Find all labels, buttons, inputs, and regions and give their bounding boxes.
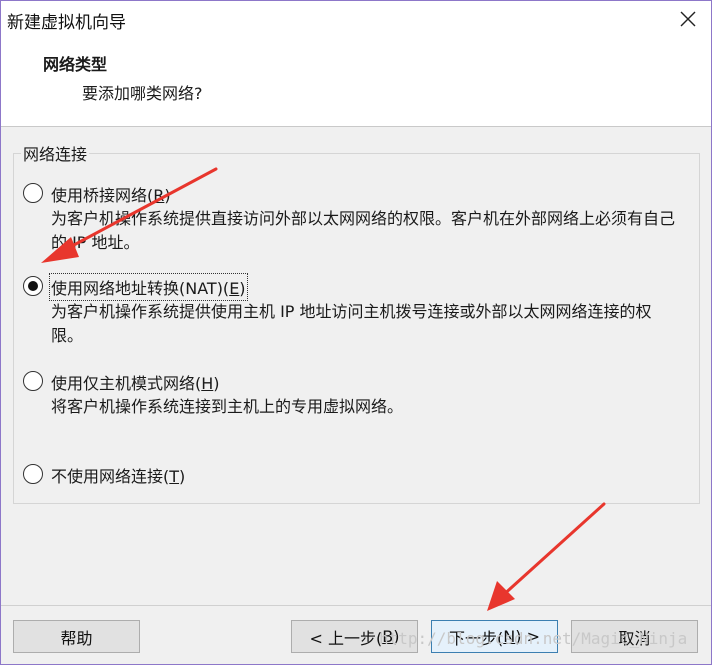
mnemonic: N xyxy=(503,627,516,646)
arrow-to-next-button xyxy=(487,502,606,611)
mnemonic: T xyxy=(169,467,180,486)
option-no-network-label[interactable]: 不使用网络连接(T) xyxy=(51,463,185,487)
label-text: 使用网络地址转换(NAT)( xyxy=(51,279,230,298)
mnemonic: B xyxy=(382,627,394,646)
label-text: 不使用网络连接( xyxy=(51,467,170,486)
wizard-window: 新建虚拟机向导 网络类型 要添加哪类网络? 网络连接 使用桥接网络(R) 为客户… xyxy=(0,0,712,665)
radio-host-only[interactable] xyxy=(23,371,43,391)
label-text: ) xyxy=(164,186,171,205)
wizard-header: 网络类型 要添加哪类网络? xyxy=(1,37,711,127)
option-host-only-description: 将客户机操作系统连接到主机上的专用虚拟网络。 xyxy=(51,397,404,416)
radio-nat[interactable] xyxy=(23,276,43,296)
close-button[interactable] xyxy=(665,1,711,37)
button-text: < 上一步( xyxy=(309,628,383,648)
mnemonic: H xyxy=(201,374,214,393)
mnemonic: E xyxy=(229,279,240,298)
cancel-button[interactable]: 取消 xyxy=(571,620,698,653)
page-title: 网络类型 xyxy=(43,55,108,74)
back-button[interactable]: < 上一步(B) xyxy=(291,620,418,653)
option-bridged-label[interactable]: 使用桥接网络(R) xyxy=(51,182,171,206)
window-title: 新建虚拟机向导 xyxy=(7,13,126,33)
mnemonic: R xyxy=(153,186,165,205)
button-text: ) > xyxy=(515,627,540,646)
label-text: 使用仅主机模式网络( xyxy=(51,374,202,393)
label-text: ) xyxy=(179,467,186,486)
button-text: ) xyxy=(393,627,400,646)
group-legend: 网络连接 xyxy=(21,141,90,165)
radio-no-network[interactable] xyxy=(23,464,43,484)
button-text: 下一步( xyxy=(449,628,504,648)
next-button[interactable]: 下一步(N) > xyxy=(431,620,558,653)
footer-separator xyxy=(1,605,711,606)
option-host-only-label[interactable]: 使用仅主机模式网络(H) xyxy=(51,370,220,394)
label-text: ) xyxy=(239,279,246,298)
option-bridged-description: 为客户机操作系统提供直接访问外部以太网网络的权限。客户机在外部网络上必须有自己的… xyxy=(51,209,676,252)
page-subtitle: 要添加哪类网络? xyxy=(82,84,203,103)
label-text: ) xyxy=(213,374,220,393)
close-icon xyxy=(680,11,696,27)
title-bar: 新建虚拟机向导 xyxy=(1,1,711,37)
option-nat-label[interactable]: 使用网络地址转换(NAT)(E) xyxy=(49,273,248,301)
option-nat-description: 为客户机操作系统提供使用主机 IP 地址访问主机拨号连接或外部以太网网络连接的权… xyxy=(51,302,652,345)
help-button[interactable]: 帮助 xyxy=(13,620,140,653)
radio-bridged[interactable] xyxy=(23,183,43,203)
label-text: 使用桥接网络( xyxy=(51,186,154,205)
